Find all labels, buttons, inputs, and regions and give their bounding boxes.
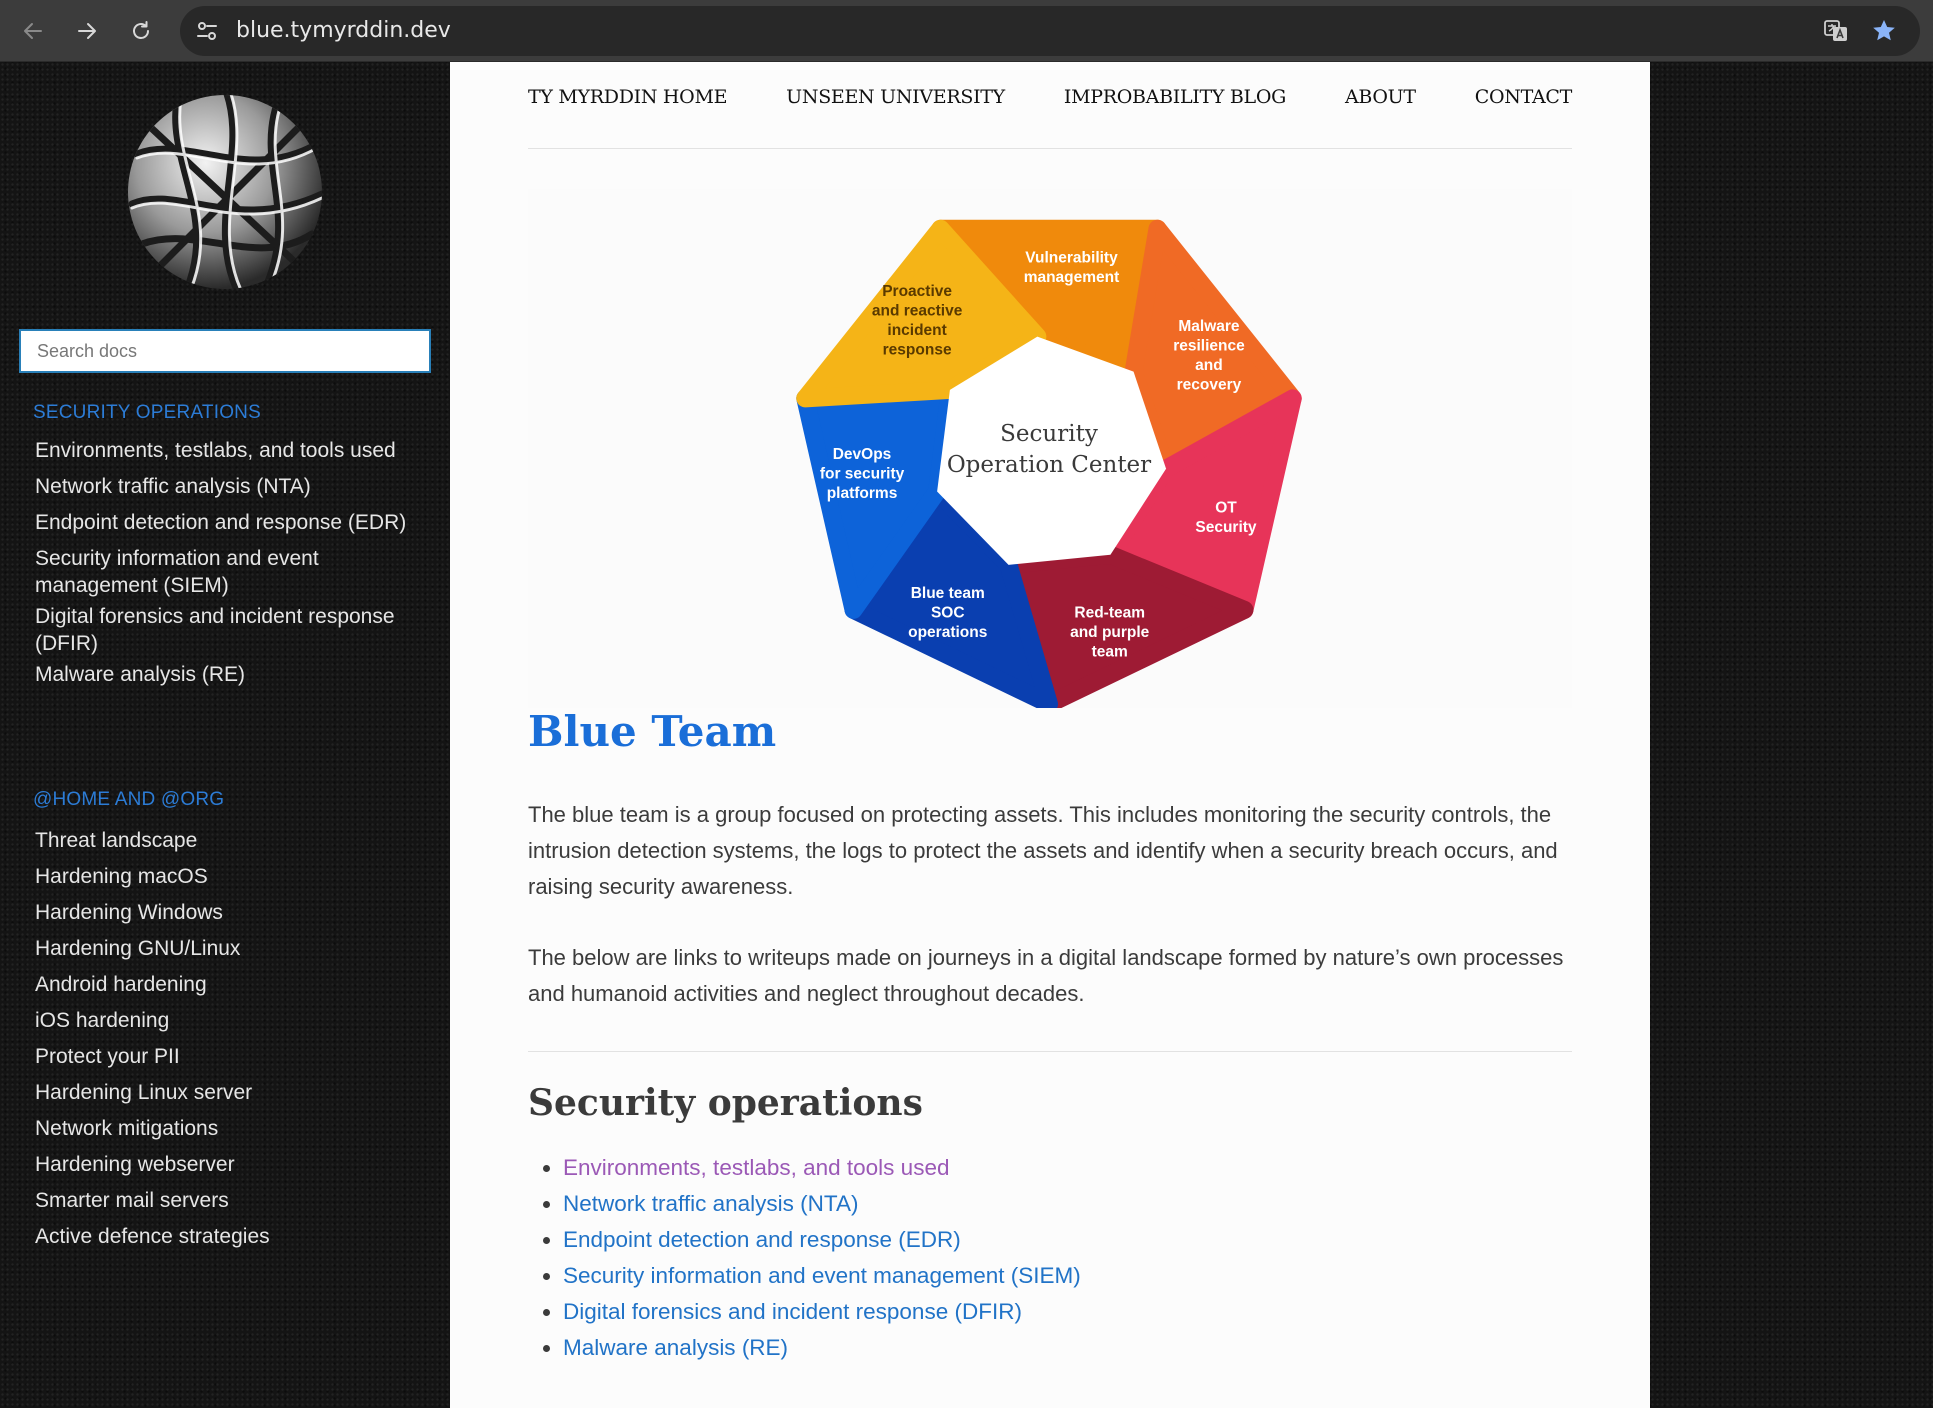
top-navigation: TY MYRDDIN HOME UNSEEN UNIVERSITY IMPROBAB… [528,86,1572,108]
diagram-center-label: Operation Center [947,452,1151,478]
link-malware-analysis-re[interactable]: Malware analysis (RE) [563,1335,788,1360]
link-item: Malware analysis (RE) [563,1330,1081,1366]
diagram-label: incident [887,322,946,339]
link-item: Environments, testlabs, and tools used [563,1150,1081,1186]
link-item: Security information and event managemen… [563,1258,1081,1294]
bookmark-star-icon[interactable] [1870,17,1898,45]
sidebar-item-network-mitigations[interactable]: Network mitigations [35,1115,415,1142]
diagram-label: management [1024,269,1120,286]
translate-icon[interactable] [1822,17,1850,45]
sidebar-item-active-defence-strategies[interactable]: Active defence strategies [35,1223,415,1250]
search-docs-input[interactable] [19,329,431,373]
link-endpoint-detection-and-response-edr[interactable]: Endpoint detection and response (EDR) [563,1227,961,1252]
sidebar-caption-home-org: @HOME AND @ORG [33,789,225,810]
site-logo[interactable] [127,94,323,290]
diagram-label: Blue team [911,585,985,602]
diagram-label: SOC [931,604,965,621]
sidebar-item-threat-landscape[interactable]: Threat landscape [35,827,415,854]
arrow-left-icon [24,23,42,39]
sidebar-item-hardening-linux-server[interactable]: Hardening Linux server [35,1079,415,1106]
topnav-ty-myrddin-home[interactable]: TY MYRDDIN HOME [528,86,727,108]
diagram-label: Malware [1178,318,1240,335]
topnav-unseen-university[interactable]: UNSEEN UNIVERSITY [786,86,1005,108]
sidebar-item-security-information-and-event-management-siem[interactable]: Security information and event managemen… [35,545,415,599]
forward-button[interactable] [66,10,108,52]
diagram-label: Proactive [882,283,952,300]
sidebar: SECURITY OPERATIONS Environments, testla… [0,62,450,1408]
reload-button[interactable] [120,10,162,52]
sidebar-item-network-traffic-analysis-nta[interactable]: Network traffic analysis (NTA) [35,473,415,500]
diagram-label: for security [820,466,905,483]
diagram-label: Security [1195,519,1257,536]
diagram-label: OT [1215,500,1237,517]
page-background: SECURITY OPERATIONS Environments, testla… [0,62,1933,1408]
arrow-right-icon [78,23,96,39]
diagram-label: response [883,341,952,358]
soc-heptagon-diagram: Vulnerability management Malware resilience… [796,219,1302,708]
link-environments-testlabs-and-tools-used[interactable]: Environments, testlabs, and tools used [563,1155,949,1180]
nav-divider [528,148,1572,149]
sidebar-item-hardening-webserver[interactable]: Hardening webserver [35,1151,415,1178]
reload-icon [133,21,149,39]
sidebar-item-endpoint-detection-and-response-edr[interactable]: Endpoint detection and response (EDR) [35,509,415,536]
url-text[interactable]: blue.tymyrddin.dev [236,18,451,43]
diagram-label: platforms [827,485,898,502]
right-background [1650,62,1933,1408]
security-operations-links: Environments, testlabs, and tools used Ne… [555,1150,1081,1366]
sidebar-caption-security-operations: SECURITY OPERATIONS [33,402,261,423]
topnav-contact[interactable]: CONTACT [1475,86,1573,108]
browser-toolbar: blue.tymyrddin.dev [0,0,1933,62]
sidebar-item-environments-testlabs-and-tools-used[interactable]: Environments, testlabs, and tools used [35,437,415,464]
diagram-center-label: Security [1000,421,1098,447]
link-item: Network traffic analysis (NTA) [563,1186,1081,1222]
sidebar-item-hardening-gnu-linux[interactable]: Hardening GNU/Linux [35,935,415,962]
topnav-about[interactable]: ABOUT [1345,86,1416,108]
sidebar-item-ios-hardening[interactable]: iOS hardening [35,1007,415,1034]
link-item: Digital forensics and incident response … [563,1294,1081,1330]
diagram-label: Red-team [1074,604,1145,621]
sidebar-item-hardening-windows[interactable]: Hardening Windows [35,899,415,926]
diagram-label: Vulnerability [1025,250,1118,267]
intro-paragraph: The blue team is a group focused on prot… [528,802,1558,899]
diagram-label: and [1195,357,1223,374]
link-security-information-and-event-management-siem[interactable]: Security information and event managemen… [563,1263,1081,1288]
sidebar-item-malware-analysis-re[interactable]: Malware analysis (RE) [35,661,415,688]
links-intro-paragraph: The below are links to writeups made on … [528,945,1564,1006]
diagram-label: recovery [1177,376,1242,393]
site-settings-icon[interactable] [194,18,220,44]
diagram-label: DevOps [833,446,892,463]
diagram-label: team [1092,643,1128,660]
section-title: Security operations [528,1082,923,1124]
sidebar-item-hardening-macos[interactable]: Hardening macOS [35,863,415,890]
sphere-logo-icon [128,95,322,289]
sidebar-item-smarter-mail-servers[interactable]: Smarter mail servers [35,1187,415,1214]
link-digital-forensics-and-incident-response-dfir[interactable]: Digital forensics and incident response … [563,1299,1022,1324]
section-divider [528,1051,1572,1052]
address-bar[interactable]: blue.tymyrddin.dev [180,6,1920,56]
sidebar-item-digital-forensics-and-incident-response-dfir[interactable]: Digital forensics and incident response … [35,603,415,657]
soc-diagram: Vulnerability management Malware resilience… [528,189,1572,708]
link-item: Endpoint detection and response (EDR) [563,1222,1081,1258]
diagram-label: and purple [1070,624,1150,641]
diagram-label: and reactive [872,302,963,319]
link-network-traffic-analysis-nta[interactable]: Network traffic analysis (NTA) [563,1191,858,1216]
sidebar-item-protect-your-pii[interactable]: Protect your PII [35,1043,415,1070]
main-content: TY MYRDDIN HOME UNSEEN UNIVERSITY IMPROBAB… [450,62,1650,1408]
page-title: Blue Team [528,707,777,756]
sidebar-item-android-hardening[interactable]: Android hardening [35,971,415,998]
diagram-label: operations [908,624,987,641]
topnav-improbability-blog[interactable]: IMPROBABILITY BLOG [1064,86,1286,108]
diagram-label: resilience [1173,337,1245,354]
back-button[interactable] [12,10,54,52]
